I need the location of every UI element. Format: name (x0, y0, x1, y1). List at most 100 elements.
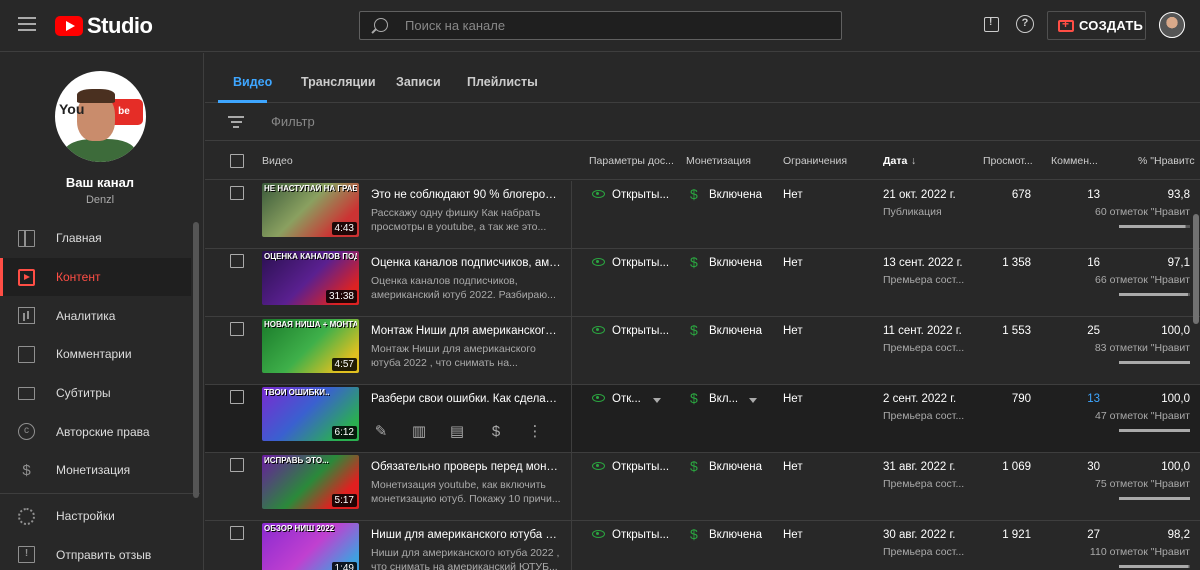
comments-value: 13 (1087, 189, 1100, 201)
menu-icon[interactable] (18, 17, 36, 31)
video-title[interactable]: Это не соблюдают 90 % блогеров! К... (371, 189, 561, 201)
search-box[interactable] (359, 11, 842, 40)
sidebar-item-label: Монетизация (56, 463, 131, 478)
comments-value: 30 (1087, 461, 1100, 473)
help-icon[interactable]: ? (1016, 15, 1034, 33)
column-header-restrictions[interactable]: Ограничения (783, 155, 847, 167)
sidebar-item-content[interactable]: Контент (0, 257, 191, 297)
row-checkbox[interactable] (230, 186, 244, 200)
select-all-checkbox[interactable] (230, 154, 244, 168)
sidebar-item-comments[interactable]: Комментарии (0, 335, 191, 374)
sidebar-item-settings[interactable]: Настройки (0, 497, 191, 536)
sidebar-item-monetization[interactable]: $ Монетизация (0, 451, 191, 490)
table-row[interactable]: ТВОИ ОШИБКИ.. 6:12 Разбери свои ошибки. … (205, 385, 1200, 453)
row-checkbox[interactable] (230, 390, 244, 404)
table-row[interactable]: ОЦЕНКА КАНАЛОВ ПОДПИСЧИКОВ 31:38 Оценка … (205, 249, 1200, 317)
main-scrollbar[interactable] (1193, 214, 1199, 324)
feedback-icon: ! (18, 546, 35, 564)
column-header-likes[interactable]: % "Нравитс (1138, 155, 1195, 167)
table-row[interactable]: ИСПРАВЬ ЭТО... 5:17 Обязательно проверь … (205, 453, 1200, 521)
tab-live[interactable]: Трансляции (301, 75, 376, 89)
monetization-value[interactable]: Включена (709, 325, 762, 337)
monetization-value[interactable]: Включена (709, 257, 762, 269)
filter-icon[interactable] (228, 116, 244, 131)
restrictions-value: Нет (783, 461, 803, 473)
sidebar-item-dashboard[interactable]: Главная (0, 219, 191, 258)
row-checkbox[interactable] (230, 322, 244, 336)
monetization-icon[interactable]: $ (488, 424, 504, 440)
visibility-dropdown-icon[interactable] (653, 398, 661, 403)
channel-avatar[interactable]: be You (55, 71, 146, 162)
search-input[interactable] (405, 12, 825, 39)
sidebar-item-label: Авторские права (56, 424, 150, 439)
visibility-eye-icon (592, 258, 605, 266)
row-checkbox[interactable] (230, 254, 244, 268)
visibility-value[interactable]: Открыты... (612, 529, 669, 541)
video-thumbnail[interactable]: ИСПРАВЬ ЭТО... 5:17 (262, 455, 359, 509)
monetization-value[interactable]: Вкл... (709, 393, 738, 405)
channel-title: Ваш канал (65, 175, 135, 190)
visibility-value[interactable]: Открыты... (612, 257, 669, 269)
sidebar-item-label: Аналитика (56, 308, 116, 323)
monetization-value[interactable]: Включена (709, 529, 762, 541)
visibility-value[interactable]: Открыты... (612, 325, 669, 337)
comments-icon (18, 345, 35, 363)
visibility-value[interactable]: Отк... (612, 393, 641, 405)
tab-videos[interactable]: Видео (233, 75, 272, 89)
video-title[interactable]: Ниши для американского ютуба 20... (371, 529, 561, 541)
edit-icon[interactable]: ✎ (373, 424, 389, 440)
video-table: НЕ НАСТУПАЙ НА ГРАБЛИ 4:43 Это не соблюд… (205, 181, 1200, 570)
visibility-value[interactable]: Открыты... (612, 189, 669, 201)
dollar-icon: $ (690, 390, 698, 406)
monetization-value[interactable]: Включена (709, 461, 762, 473)
comments-icon[interactable]: ▤ (449, 424, 465, 440)
tab-posts[interactable]: Записи (396, 75, 441, 89)
analytics-icon[interactable]: ▥ (411, 424, 427, 440)
sidebar-item-analytics[interactable]: Аналитика (0, 296, 191, 335)
likes-value: 100,0 (1161, 393, 1190, 405)
create-label: СОЗДАТЬ (1079, 18, 1144, 33)
sort-arrow-icon[interactable]: ↓ (911, 155, 916, 167)
video-title[interactable]: Монтаж Ниши для американского ... (371, 325, 561, 337)
video-thumbnail[interactable]: НОВАЯ НИША + МОНТАЖ 4:57 (262, 319, 359, 373)
content-icon (18, 268, 35, 286)
video-thumbnail[interactable]: ТВОИ ОШИБКИ.. 6:12 (262, 387, 359, 441)
sidebar-item-copyright[interactable]: c Авторские права (0, 412, 191, 451)
column-header-views[interactable]: Просмот... (983, 155, 1033, 167)
studio-logo[interactable]: Studio (55, 13, 153, 39)
video-title[interactable]: Оценка каналов подписчиков, амер... (371, 257, 561, 269)
table-row[interactable]: НЕ НАСТУПАЙ НА ГРАБЛИ 4:43 Это не соблюд… (205, 181, 1200, 249)
monetization-value[interactable]: Включена (709, 189, 762, 201)
sidebar-nav: Главная Контент Аналитика Комментарии Су… (0, 219, 200, 570)
monetization-dropdown-icon[interactable] (749, 398, 757, 403)
video-thumbnail[interactable]: НЕ НАСТУПАЙ НА ГРАБЛИ 4:43 (262, 183, 359, 237)
column-header-date[interactable]: Дата (883, 155, 907, 167)
table-row[interactable]: НОВАЯ НИША + МОНТАЖ 4:57 Монтаж Ниши для… (205, 317, 1200, 385)
settings-icon (18, 507, 35, 525)
row-checkbox[interactable] (230, 526, 244, 540)
tab-playlists[interactable]: Плейлисты (467, 75, 538, 89)
dollar-icon: $ (690, 458, 698, 474)
report-feedback-icon[interactable] (984, 17, 999, 32)
youtube-logo-icon (55, 16, 83, 36)
sidebar-item-subtitles[interactable]: Субтитры (0, 374, 191, 413)
filter-input[interactable] (271, 111, 571, 131)
video-thumbnail[interactable]: ОБЗОР НИШ 2022 1:49 (262, 523, 359, 570)
sidebar-item-label: Главная (56, 231, 102, 246)
video-title[interactable]: Разбери свои ошибки. Как сделать ... (371, 393, 561, 405)
column-header-comments[interactable]: Коммен... (1051, 155, 1098, 167)
visibility-value[interactable]: Открыты... (612, 461, 669, 473)
sidebar-scrollbar[interactable] (193, 222, 199, 498)
row-checkbox[interactable] (230, 458, 244, 472)
sidebar-item-feedback[interactable]: ! Отправить отзыв (0, 536, 191, 570)
column-header-monetization[interactable]: Монетизация (686, 155, 751, 167)
comments-value[interactable]: 13 (1087, 393, 1100, 405)
video-title[interactable]: Обязательно проверь перед монети... (371, 461, 561, 473)
avatar-text: You (59, 101, 85, 117)
video-thumbnail[interactable]: ОЦЕНКА КАНАЛОВ ПОДПИСЧИКОВ 31:38 (262, 251, 359, 305)
create-button[interactable]: СОЗДАТЬ (1047, 11, 1146, 40)
table-row[interactable]: ОБЗОР НИШ 2022 1:49 Ниши для американско… (205, 521, 1200, 570)
account-avatar[interactable] (1159, 12, 1185, 38)
more-icon[interactable]: ⋮ (527, 424, 543, 440)
column-header-visibility[interactable]: Параметры дос... (589, 155, 674, 167)
